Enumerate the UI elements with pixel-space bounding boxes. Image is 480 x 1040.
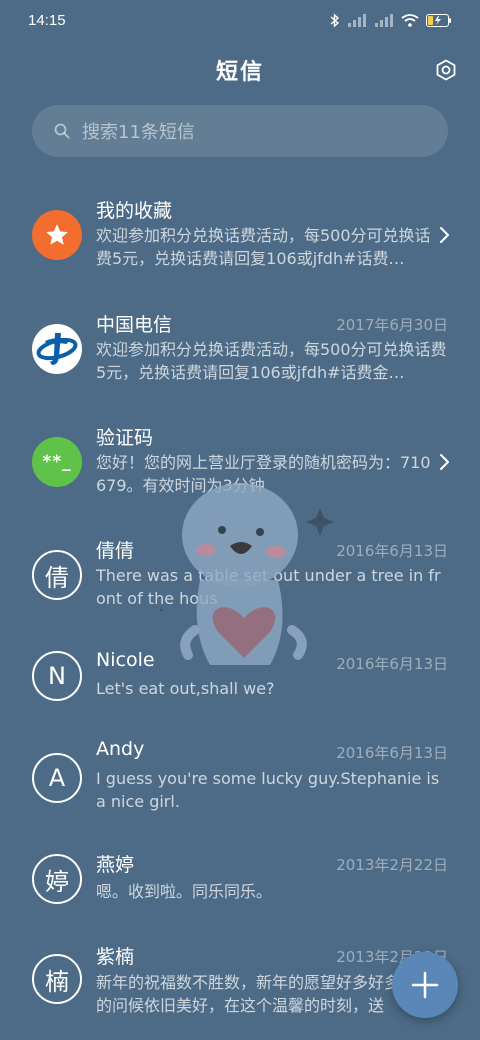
conversation-name: 验证码 — [96, 427, 154, 449]
avatar-text: **_ — [42, 452, 72, 472]
conversation-name: Andy — [96, 738, 145, 760]
conversation-item[interactable]: N Nicole 2016年6月13日 Let's eat out,shall … — [0, 635, 480, 730]
settings-button[interactable] — [434, 58, 458, 82]
conversation-preview: I guess you're some lucky guy.Stephanie … — [96, 769, 440, 811]
avatar-letter: A — [48, 764, 66, 792]
header: 短信 — [0, 44, 480, 96]
conversation-preview: 欢迎参加积分兑换话费活动，每500分可兑换话费5元，兑换话费请回复106或jfd… — [96, 226, 431, 268]
plus-icon — [411, 971, 439, 999]
conversation-date: 2017年6月30日 — [336, 316, 448, 334]
chevron-right-icon — [440, 454, 449, 470]
avatar-letter: N — [48, 662, 66, 690]
avatar — [32, 210, 82, 260]
chevron-right-icon — [440, 227, 449, 243]
status-time: 14:15 — [28, 11, 66, 29]
china-telecom-logo — [36, 333, 78, 365]
battery-charging-icon — [426, 13, 451, 27]
avatar: **_ — [32, 437, 82, 487]
status-bar: 14:15 — [0, 0, 480, 40]
search-placeholder: 搜索11条短信 — [82, 122, 195, 143]
search-input[interactable]: 搜索11条短信 — [32, 105, 448, 157]
conversation-item[interactable]: 婷 燕婷 2013年2月22日 嗯。收到啦。同乐同乐。 — [0, 850, 480, 940]
conversation-name: 燕婷 — [96, 854, 135, 876]
avatar: 婷 — [32, 854, 82, 904]
conversation-name: 中国电信 — [96, 314, 173, 336]
page-title: 短信 — [215, 60, 264, 85]
conversation-preview: 欢迎参加积分兑换话费活动，每500分可兑换话费5元，兑换话费请回复106或jfd… — [96, 340, 447, 382]
status-icons — [330, 12, 452, 28]
avatar-letter: 倩 — [45, 563, 69, 592]
conversation-date: 2016年6月13日 — [336, 542, 448, 560]
avatar: A — [32, 753, 82, 803]
signal-icon — [375, 13, 393, 27]
conversation-item[interactable]: 倩 倩倩 2016年6月13日 There was a table set ou… — [0, 522, 480, 632]
avatar: 倩 — [32, 550, 82, 600]
signal-icon — [348, 13, 366, 27]
conversation-date: 2013年2月22日 — [336, 856, 448, 874]
search-icon — [54, 123, 70, 139]
conversation-name: 紫楠 — [96, 946, 135, 968]
conversation-name: 我的收藏 — [96, 200, 173, 222]
conversation-item[interactable]: 我的收藏 欢迎参加积分兑换话费活动，每500分可兑换话费5元，兑换话费请回复10… — [0, 182, 480, 292]
conversation-name: Nicole — [96, 649, 155, 671]
avatar-letter: 楠 — [45, 967, 69, 996]
conversation-preview: 嗯。收到啦。同乐同乐。 — [96, 882, 273, 901]
conversation-preview: 您好！您的网上营业厅登录的随机密码为：710679。有效时间为3分钟 — [96, 453, 431, 495]
avatar: N — [32, 651, 82, 701]
wifi-icon — [401, 13, 419, 27]
new-message-button[interactable] — [392, 952, 458, 1018]
conversation-date: 2016年6月13日 — [336, 744, 448, 762]
settings-icon — [436, 59, 456, 81]
conversation-name: 倩倩 — [96, 540, 135, 562]
conversation-item[interactable]: 中国电信 2017年6月30日 欢迎参加积分兑换话费活动，每500分可兑换话费5… — [0, 296, 480, 406]
conversation-preview: Let's eat out,shall we? — [96, 679, 275, 698]
conversation-preview: There was a table set out under a tree i… — [96, 566, 441, 608]
avatar — [32, 324, 82, 374]
bluetooth-icon — [330, 12, 340, 28]
star-icon — [46, 224, 68, 245]
conversation-item[interactable]: **_ 验证码 您好！您的网上营业厅登录的随机密码为：710679。有效时间为3… — [0, 409, 480, 519]
avatar: 楠 — [32, 954, 82, 1004]
avatar-letter: 婷 — [45, 867, 69, 896]
conversation-item[interactable]: A Andy 2016年6月13日 I guess you're some lu… — [0, 738, 480, 848]
conversation-date: 2016年6月13日 — [336, 655, 448, 673]
